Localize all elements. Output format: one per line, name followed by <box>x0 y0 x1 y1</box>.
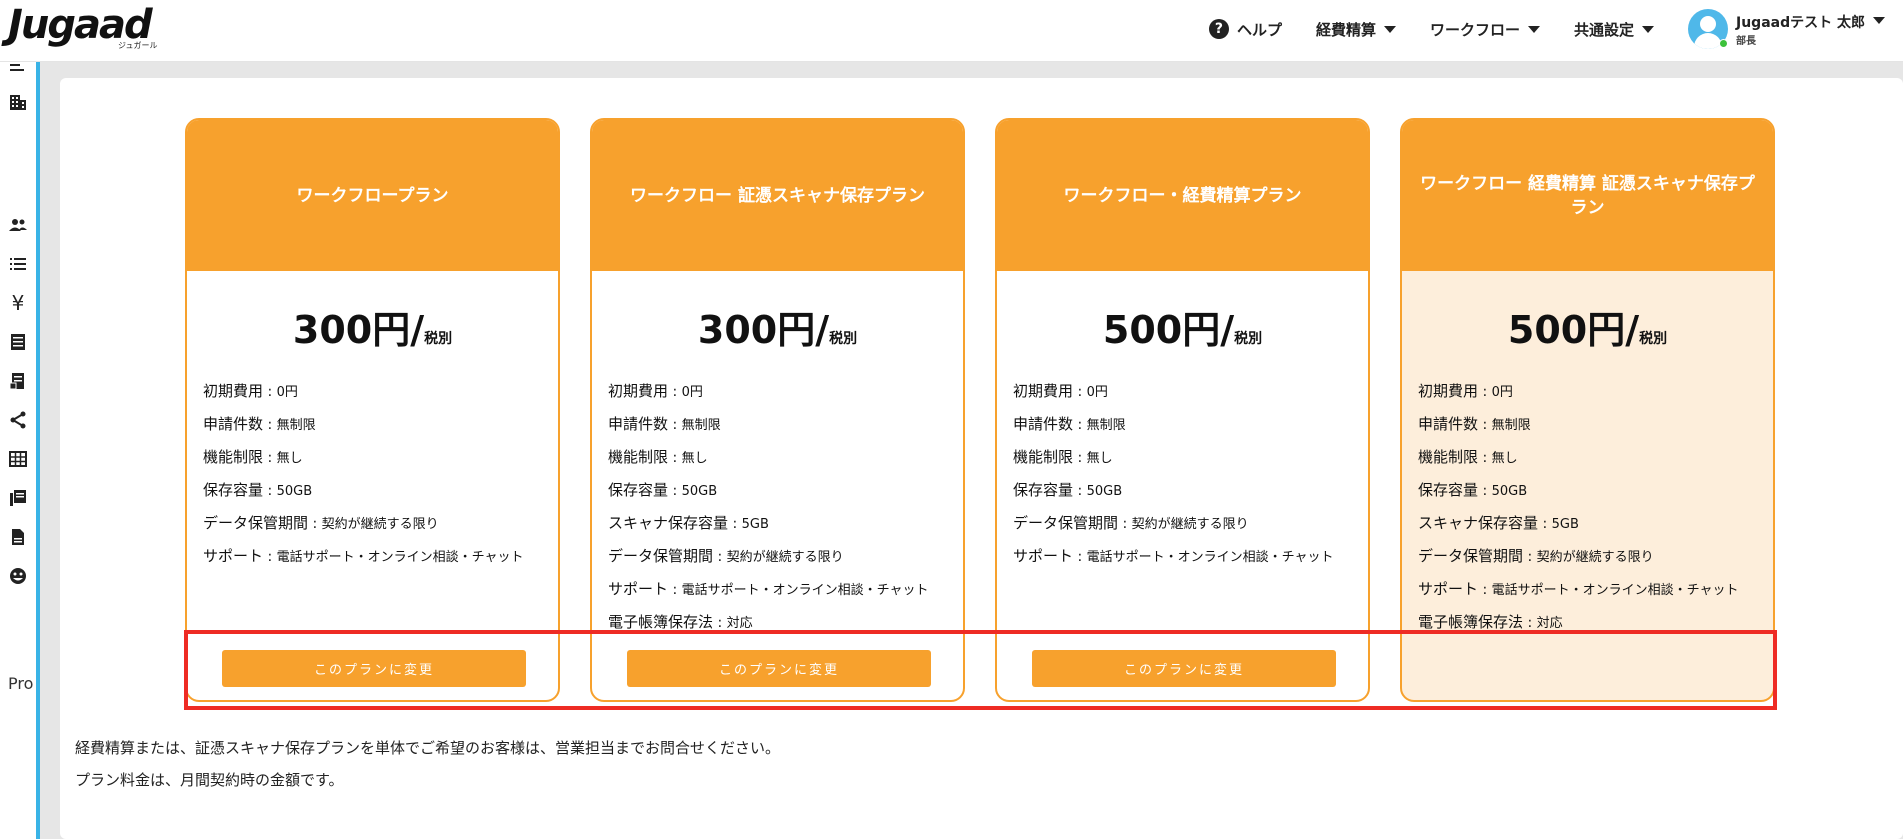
plan-title: ワークフロープラン <box>187 120 558 271</box>
face-icon[interactable] <box>6 564 30 588</box>
feature-item: 申請件数 : 無制限 <box>203 415 316 433</box>
feature-item: サポート : 電話サポート・オンライン相談・チャット <box>608 580 929 598</box>
feature-item: 機能制限 : 無し <box>203 448 303 466</box>
feature-item: 保存容量 : 50GB <box>1013 481 1123 499</box>
price-value: 300円/ <box>697 308 830 352</box>
sidebar: ¥ Pro <box>0 62 36 839</box>
library-icon[interactable] <box>6 486 30 510</box>
feature-item: スキャナ保存容量 : 5GB <box>608 514 769 532</box>
user-role: 部長 <box>1736 35 1756 47</box>
nav-common-settings[interactable]: 共通設定 <box>1574 19 1654 40</box>
top-nav: ? ヘルプ 経費精算 ワークフロー 共通設定 Jugaadテスト 太郎 部長 <box>1208 0 1903 58</box>
plan-title: ワークフロー 経費精算 証憑スキャナ保存プラン <box>1402 120 1773 271</box>
plan-title: ワークフロー 証憑スキャナ保存プラン <box>592 120 963 271</box>
caret-down-icon <box>1873 16 1885 24</box>
plan-price: 500円/税別 <box>1402 299 1773 354</box>
sidebar-partial-label: Pro <box>8 674 34 693</box>
feature-item: データ保管期間 : 契約が継続する限り <box>1013 514 1249 532</box>
nav-help[interactable]: ? ヘルプ <box>1208 19 1282 40</box>
feature-item: サポート : 電話サポート・オンライン相談・チャット <box>1418 580 1739 598</box>
highlight-annotation <box>184 630 1777 710</box>
feature-item: スキャナ保存容量 : 5GB <box>1418 514 1579 532</box>
feature-item: 保存容量 : 50GB <box>203 481 313 499</box>
plan-title: ワークフロー・経費精算プラン <box>997 120 1368 271</box>
plan-card-workflow-scanner: ワークフロー 証憑スキャナ保存プラン 300円/税別 初期費用 : 0円 申請件… <box>590 118 965 702</box>
document-icon[interactable] <box>6 369 30 393</box>
price-value: 300円/ <box>292 308 425 352</box>
feature-item: 初期費用 : 0円 <box>608 382 703 400</box>
price-value: 500円/ <box>1102 308 1235 352</box>
logo-subtitle: ジュガール <box>118 41 158 50</box>
feature-item: データ保管期間 : 契約が継続する限り <box>203 514 439 532</box>
building-icon[interactable] <box>6 90 30 114</box>
feature-list: 初期費用 : 0円 申請件数 : 無制限 機能制限 : 無し 保存容量 : 50… <box>1402 380 1773 644</box>
price-tax: 税別 <box>1234 331 1263 347</box>
feature-item: 初期費用 : 0円 <box>1013 382 1108 400</box>
plan-price: 500円/税別 <box>997 299 1368 354</box>
top-header: Jugaad ジュガール ? ヘルプ 経費精算 ワークフロー 共通設定 Juga… <box>0 0 1903 62</box>
feature-list: 初期費用 : 0円 申請件数 : 無制限 機能制限 : 無し 保存容量 : 50… <box>997 380 1368 578</box>
price-tax: 税別 <box>424 331 453 347</box>
table-icon[interactable] <box>6 447 30 471</box>
feature-item: 初期費用 : 0円 <box>203 382 298 400</box>
nav-common-settings-label: 共通設定 <box>1573 20 1634 39</box>
nav-help-label: ヘルプ <box>1236 20 1282 39</box>
feature-item: 申請件数 : 無制限 <box>1013 415 1126 433</box>
feature-item: 初期費用 : 0円 <box>1418 382 1513 400</box>
feature-item: 機能制限 : 無し <box>1013 448 1113 466</box>
price-value: 500円/ <box>1507 308 1640 352</box>
feature-list: 初期費用 : 0円 申請件数 : 無制限 機能制限 : 無し 保存容量 : 50… <box>187 380 558 578</box>
plan-price: 300円/税別 <box>187 299 558 354</box>
feature-item: サポート : 電話サポート・オンライン相談・チャット <box>1013 547 1334 565</box>
caret-down-icon <box>1527 25 1540 33</box>
plan-card-workflow-expense: ワークフロー・経費精算プラン 500円/税別 初期費用 : 0円 申請件数 : … <box>995 118 1370 702</box>
feature-item: 申請件数 : 無制限 <box>608 415 721 433</box>
plan-card-workflow: ワークフロープラン 300円/税別 初期費用 : 0円 申請件数 : 無制限 機… <box>185 118 560 702</box>
share-icon[interactable] <box>6 408 30 432</box>
nav-expense[interactable]: 経費精算 <box>1316 19 1396 40</box>
user-menu[interactable]: Jugaadテスト 太郎 部長 <box>1688 9 1885 49</box>
feature-item: データ保管期間 : 契約が継続する限り <box>608 547 844 565</box>
price-tax: 税別 <box>1639 331 1668 347</box>
user-info: Jugaadテスト 太郎 部長 <box>1736 12 1865 47</box>
feature-item: 保存容量 : 50GB <box>608 481 718 499</box>
help-circle-icon: ? <box>1208 19 1229 39</box>
plan-price: 300円/税別 <box>592 299 963 354</box>
feature-item: 申請件数 : 無制限 <box>1418 415 1531 433</box>
feature-list: 初期費用 : 0円 申請件数 : 無制限 機能制限 : 無し 保存容量 : 50… <box>592 380 963 644</box>
nav-workflow[interactable]: ワークフロー <box>1430 19 1540 40</box>
nav-expense-label: 経費精算 <box>1315 20 1376 39</box>
yen-icon[interactable]: ¥ <box>6 291 30 315</box>
online-status-icon <box>1719 38 1728 48</box>
users-icon[interactable] <box>6 213 30 237</box>
feature-item: 機能制限 : 無し <box>1418 448 1518 466</box>
user-name: Jugaadテスト 太郎 <box>1736 14 1865 31</box>
feature-item: 保存容量 : 50GB <box>1418 481 1528 499</box>
caret-down-icon <box>1642 25 1654 33</box>
feature-item: サポート : 電話サポート・オンライン相談・チャット <box>203 547 524 565</box>
logo[interactable]: Jugaad ジュガール <box>8 2 178 54</box>
file-icon[interactable] <box>6 525 30 549</box>
feature-item: 機能制限 : 無し <box>608 448 708 466</box>
price-tax: 税別 <box>829 331 858 347</box>
list-icon[interactable] <box>6 252 30 276</box>
plan-card-current: ワークフロー 経費精算 証憑スキャナ保存プラン 500円/税別 初期費用 : 0… <box>1400 118 1775 702</box>
caret-down-icon <box>1383 25 1396 33</box>
note-pricing: プラン料金は、月間契約時の金額です。 <box>75 771 344 789</box>
receipt-icon[interactable] <box>6 330 30 354</box>
feature-item: データ保管期間 : 契約が継続する限り <box>1418 547 1654 565</box>
nav-workflow-label: ワークフロー <box>1429 20 1520 39</box>
note-contact: 経費精算または、証憑スキャナ保存プランを単体でご希望のお客様は、営業担当までお問… <box>75 739 781 757</box>
